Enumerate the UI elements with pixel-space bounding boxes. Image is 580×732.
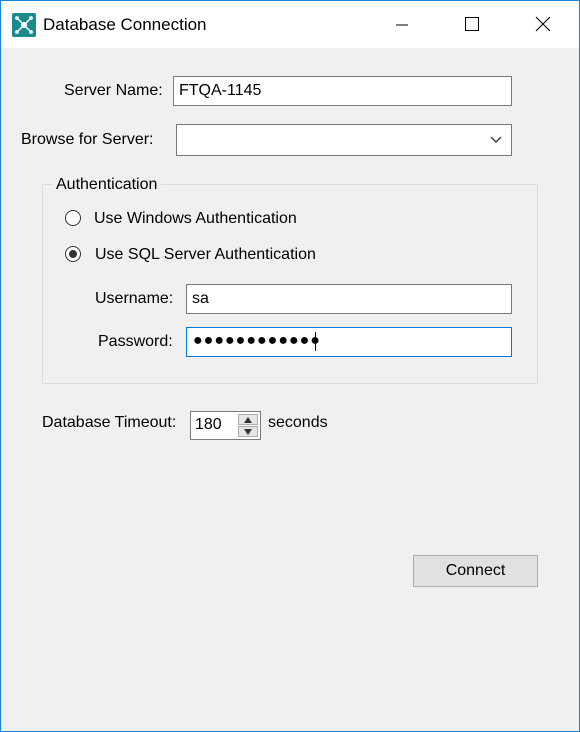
- timeout-value: 180: [195, 416, 222, 433]
- sql-auth-radio[interactable]: [65, 246, 81, 262]
- arrow-down-icon: [244, 429, 252, 435]
- server-name-input[interactable]: [173, 76, 512, 106]
- minimize-icon: [396, 24, 408, 26]
- browse-server-dropdown[interactable]: [176, 124, 512, 156]
- server-name-label: Server Name:: [64, 82, 163, 99]
- spinner-up-button[interactable]: [238, 414, 258, 425]
- title-bar[interactable]: Database Connection: [1, 1, 579, 48]
- browse-server-label: Browse for Server:: [21, 131, 154, 148]
- authentication-legend: Authentication: [52, 176, 162, 194]
- connect-button[interactable]: Connect: [413, 555, 538, 587]
- arrow-up-icon: [244, 417, 252, 423]
- username-input[interactable]: [186, 284, 512, 314]
- maximize-button[interactable]: [438, 1, 508, 48]
- close-button[interactable]: [509, 1, 579, 48]
- database-connection-window: Database Connection Server Name: Browse …: [0, 0, 580, 732]
- password-masked-value: ●●●●●●●●●●●●: [193, 332, 321, 349]
- text-caret: [315, 332, 316, 351]
- username-label: Username:: [95, 290, 174, 307]
- radio-selected-dot: [69, 250, 77, 258]
- timeout-unit-label: seconds: [268, 414, 328, 431]
- password-label: Password:: [98, 333, 173, 350]
- spinner-buttons: [238, 414, 258, 437]
- minimize-button[interactable]: [368, 1, 438, 48]
- close-icon: [535, 16, 551, 32]
- timeout-spinner[interactable]: 180: [190, 411, 261, 440]
- windows-auth-radio[interactable]: [65, 210, 81, 226]
- network-nodes-icon: [12, 13, 36, 37]
- spinner-down-button[interactable]: [238, 426, 258, 437]
- windows-auth-label[interactable]: Use Windows Authentication: [94, 210, 297, 228]
- maximize-icon: [465, 17, 479, 31]
- window-title: Database Connection: [43, 15, 207, 34]
- sql-auth-label[interactable]: Use SQL Server Authentication: [95, 246, 316, 264]
- database-timeout-label: Database Timeout:: [42, 414, 177, 431]
- password-input[interactable]: ●●●●●●●●●●●●: [186, 327, 512, 357]
- chevron-down-icon: [490, 136, 502, 143]
